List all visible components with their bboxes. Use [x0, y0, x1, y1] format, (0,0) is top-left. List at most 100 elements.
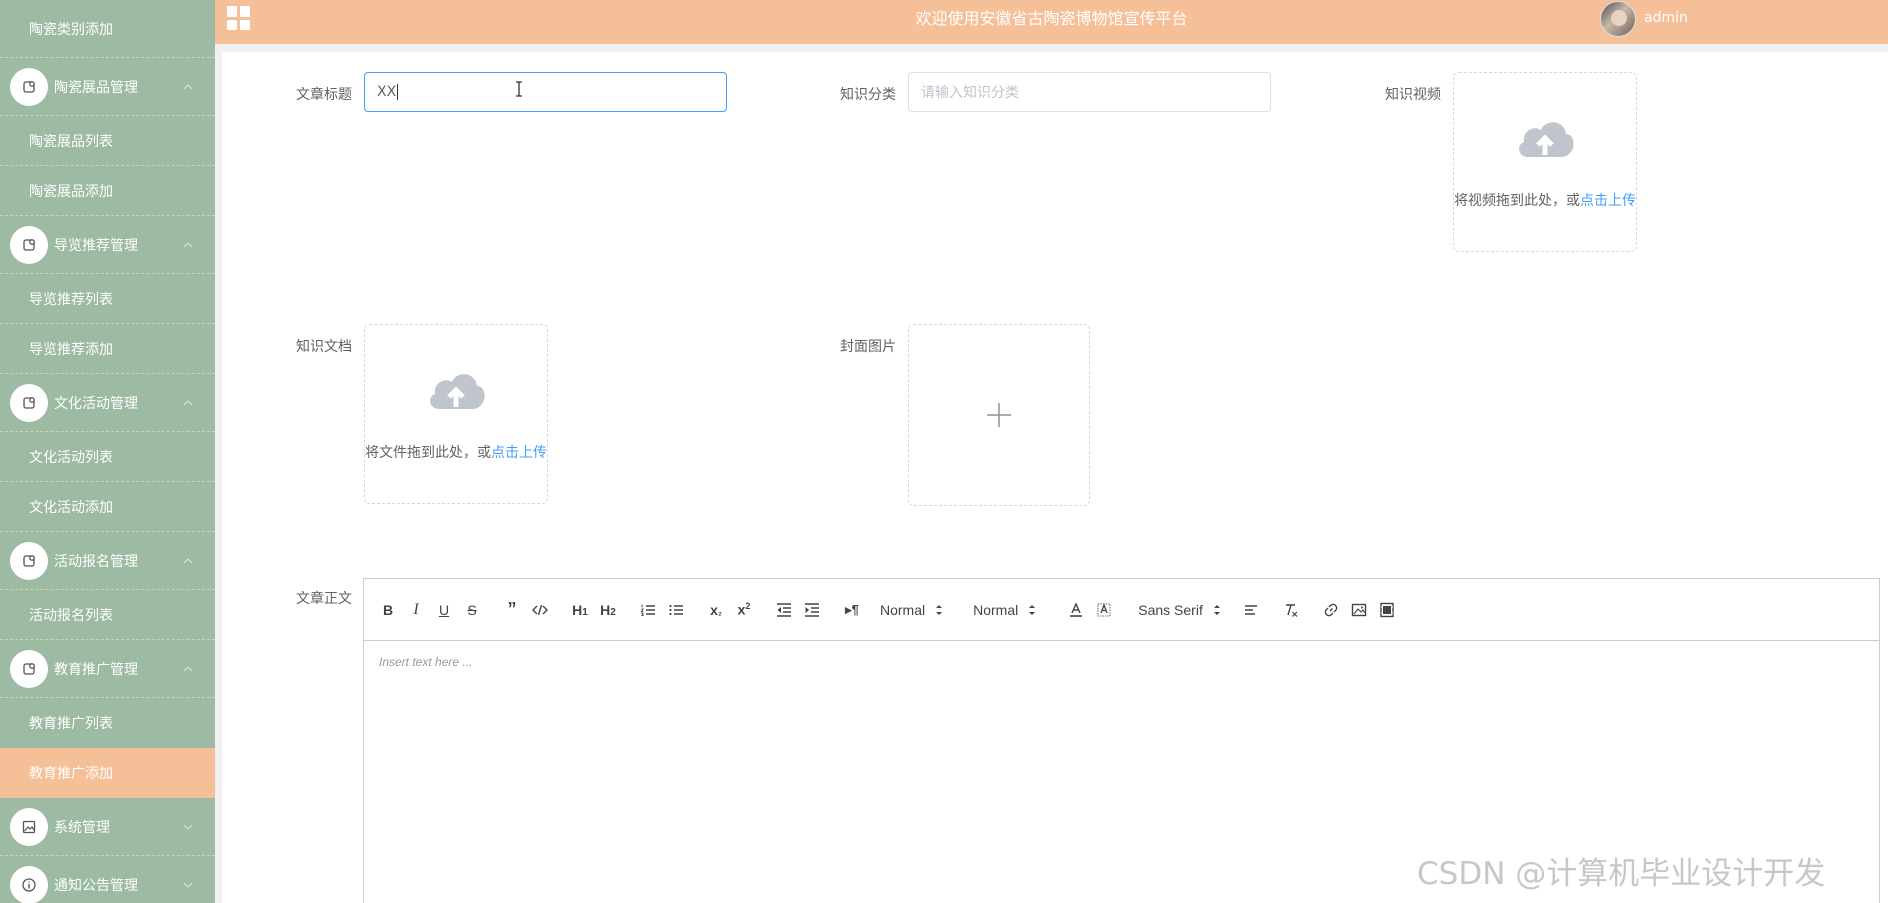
- sidebar-group-tour[interactable]: 导览推荐管理: [0, 216, 215, 274]
- text-caret: [397, 84, 399, 100]
- chevron-down-icon: [183, 824, 193, 830]
- text-direction-button[interactable]: ▸¶: [840, 598, 864, 622]
- clear-format-button[interactable]: [1279, 598, 1303, 622]
- body-label: 文章正文: [296, 591, 352, 607]
- sidebar-group-signup[interactable]: 活动报名管理: [0, 532, 215, 590]
- sidebar-group-label: 陶瓷展品管理: [54, 79, 138, 96]
- sidebar-item-label: 导览推荐添加: [29, 341, 113, 358]
- gear-icon: [10, 541, 48, 580]
- font-color-icon: [1070, 601, 1083, 617]
- chevron-up-icon: [183, 241, 193, 247]
- sidebar-item-label: 活动报名列表: [29, 607, 113, 624]
- header-picker[interactable]: Normal: [880, 598, 945, 622]
- sidebar-item-tour-add[interactable]: 导览推荐添加: [0, 324, 215, 374]
- clear-format-icon: [1285, 603, 1298, 617]
- sidebar-group-education[interactable]: 教育推广管理: [0, 640, 215, 698]
- gear-icon: [10, 649, 48, 688]
- sidebar-item-education-add[interactable]: 教育推广添加: [0, 748, 215, 798]
- align-left-icon: [1244, 604, 1257, 615]
- background-color-button[interactable]: [1092, 598, 1116, 622]
- bold-button[interactable]: B: [376, 598, 400, 622]
- code-block-button[interactable]: [528, 598, 552, 622]
- font-color-button[interactable]: [1064, 598, 1088, 622]
- h2-button[interactable]: H2: [596, 598, 620, 622]
- editor-toolbar: B I U S ” H1 H2 x₂ x2 ▸¶ Normal Normal S…: [364, 579, 1879, 641]
- sidebar-group-exhibit[interactable]: 陶瓷展品管理: [0, 58, 215, 116]
- size-picker[interactable]: Normal: [973, 598, 1038, 622]
- italic-button[interactable]: I: [404, 598, 428, 622]
- bullet-list-icon: [669, 604, 683, 615]
- upload-cloud-icon: [430, 374, 485, 409]
- category-input[interactable]: 请输入知识分类: [908, 72, 1271, 112]
- sidebar-item-label: 教育推广列表: [29, 716, 113, 732]
- ordered-list-icon: [640, 604, 655, 616]
- avatar[interactable]: [1600, 1, 1636, 37]
- username[interactable]: admin: [1644, 10, 1688, 26]
- chevron-down-icon: [183, 882, 193, 888]
- indent-button[interactable]: [800, 598, 824, 622]
- upload-cloud-icon: [1519, 122, 1574, 157]
- video-button[interactable]: [1375, 598, 1399, 622]
- sidebar-group-culture[interactable]: 文化活动管理: [0, 374, 215, 432]
- align-button[interactable]: [1239, 598, 1263, 622]
- sidebar-item-exhibit-list[interactable]: 陶瓷展品列表: [0, 116, 215, 166]
- blockquote-button[interactable]: ”: [500, 598, 524, 622]
- outdent-icon: [777, 602, 791, 617]
- up-down-arrow-icon: [1213, 604, 1220, 615]
- sidebar-group-label: 通知公告管理: [54, 878, 138, 894]
- h1-button[interactable]: H1: [568, 598, 592, 622]
- font-picker[interactable]: Sans Serif: [1138, 598, 1223, 622]
- sidebar-group-label: 导览推荐管理: [54, 237, 138, 254]
- size-picker-value: Normal: [973, 601, 1019, 618]
- sidebar-item-label: 陶瓷展品列表: [29, 133, 113, 150]
- underline-button[interactable]: U: [432, 598, 456, 622]
- video-upload-hint: 将视频拖到此处，或点击上传: [1454, 190, 1636, 210]
- chevron-up-icon: [183, 665, 193, 671]
- plus-icon: [987, 403, 1011, 427]
- doc-upload-link[interactable]: 点击上传: [491, 445, 547, 461]
- video-icon: [1380, 602, 1394, 617]
- app-title: 欢迎使用安徽省古陶瓷博物馆宣传平台: [915, 9, 1188, 28]
- sidebar-item-ceramic-category-add[interactable]: 陶瓷类别添加: [0, 0, 215, 58]
- video-upload-dropzone[interactable]: 将视频拖到此处，或点击上传: [1453, 72, 1637, 252]
- outdent-button[interactable]: [772, 598, 796, 622]
- chevron-up-icon: [183, 399, 193, 405]
- main-content: 文章标题 XX 知识分类 请输入知识分类 知识视频 将视频拖到此处，或点击上传 …: [222, 52, 1888, 903]
- sidebar-item-culture-add[interactable]: 文化活动添加: [0, 482, 215, 532]
- image-icon: [10, 807, 48, 846]
- video-upload-link[interactable]: 点击上传: [1580, 193, 1636, 209]
- sidebar-item-culture-list[interactable]: 文化活动列表: [0, 432, 215, 482]
- sidebar-item-label: 陶瓷展品添加: [29, 183, 113, 200]
- ordered-list-button[interactable]: [636, 598, 660, 622]
- sidebar-item-label: 陶瓷类别添加: [29, 21, 113, 38]
- strike-button[interactable]: S: [460, 598, 484, 622]
- title-label: 文章标题: [296, 87, 352, 103]
- sidebar-item-education-list[interactable]: 教育推广列表: [0, 698, 215, 748]
- subscript-button[interactable]: x₂: [704, 598, 728, 622]
- doc-upload-dropzone[interactable]: 将文件拖到此处，或点击上传: [364, 324, 548, 504]
- sidebar-item-signup-list[interactable]: 活动报名列表: [0, 590, 215, 640]
- sidebar-item-exhibit-add[interactable]: 陶瓷展品添加: [0, 166, 215, 216]
- cover-upload-box[interactable]: [908, 324, 1090, 506]
- text-cursor-icon: [516, 81, 522, 97]
- up-down-arrow-icon: [1029, 604, 1036, 615]
- bullet-list-button[interactable]: [664, 598, 688, 622]
- doc-hint-text: 将文件拖到此处，或: [365, 445, 491, 461]
- superscript-button[interactable]: x2: [732, 598, 756, 622]
- link-button[interactable]: [1319, 598, 1343, 622]
- image-button[interactable]: [1347, 598, 1371, 622]
- video-label: 知识视频: [1385, 87, 1441, 103]
- background-color-icon: [1097, 602, 1111, 616]
- doc-upload-hint: 将文件拖到此处，或点击上传: [365, 442, 547, 462]
- up-down-arrow-icon: [936, 604, 943, 615]
- sidebar-group-label: 活动报名管理: [54, 553, 138, 570]
- editor-content-area[interactable]: Insert text here ...: [364, 641, 1879, 683]
- info-icon: [10, 866, 48, 903]
- sidebar-group-system[interactable]: 系统管理: [0, 798, 215, 856]
- sidebar-item-label: 教育推广添加: [29, 766, 113, 782]
- sidebar: 陶瓷类别添加 陶瓷展品管理 陶瓷展品列表 陶瓷展品添加 导览推荐管理 导览推荐列…: [0, 0, 215, 903]
- sidebar-item-tour-list[interactable]: 导览推荐列表: [0, 274, 215, 324]
- sidebar-group-notice[interactable]: 通知公告管理: [0, 856, 215, 903]
- title-input[interactable]: XX: [364, 72, 727, 112]
- sidebar-item-label: 导览推荐列表: [29, 291, 113, 308]
